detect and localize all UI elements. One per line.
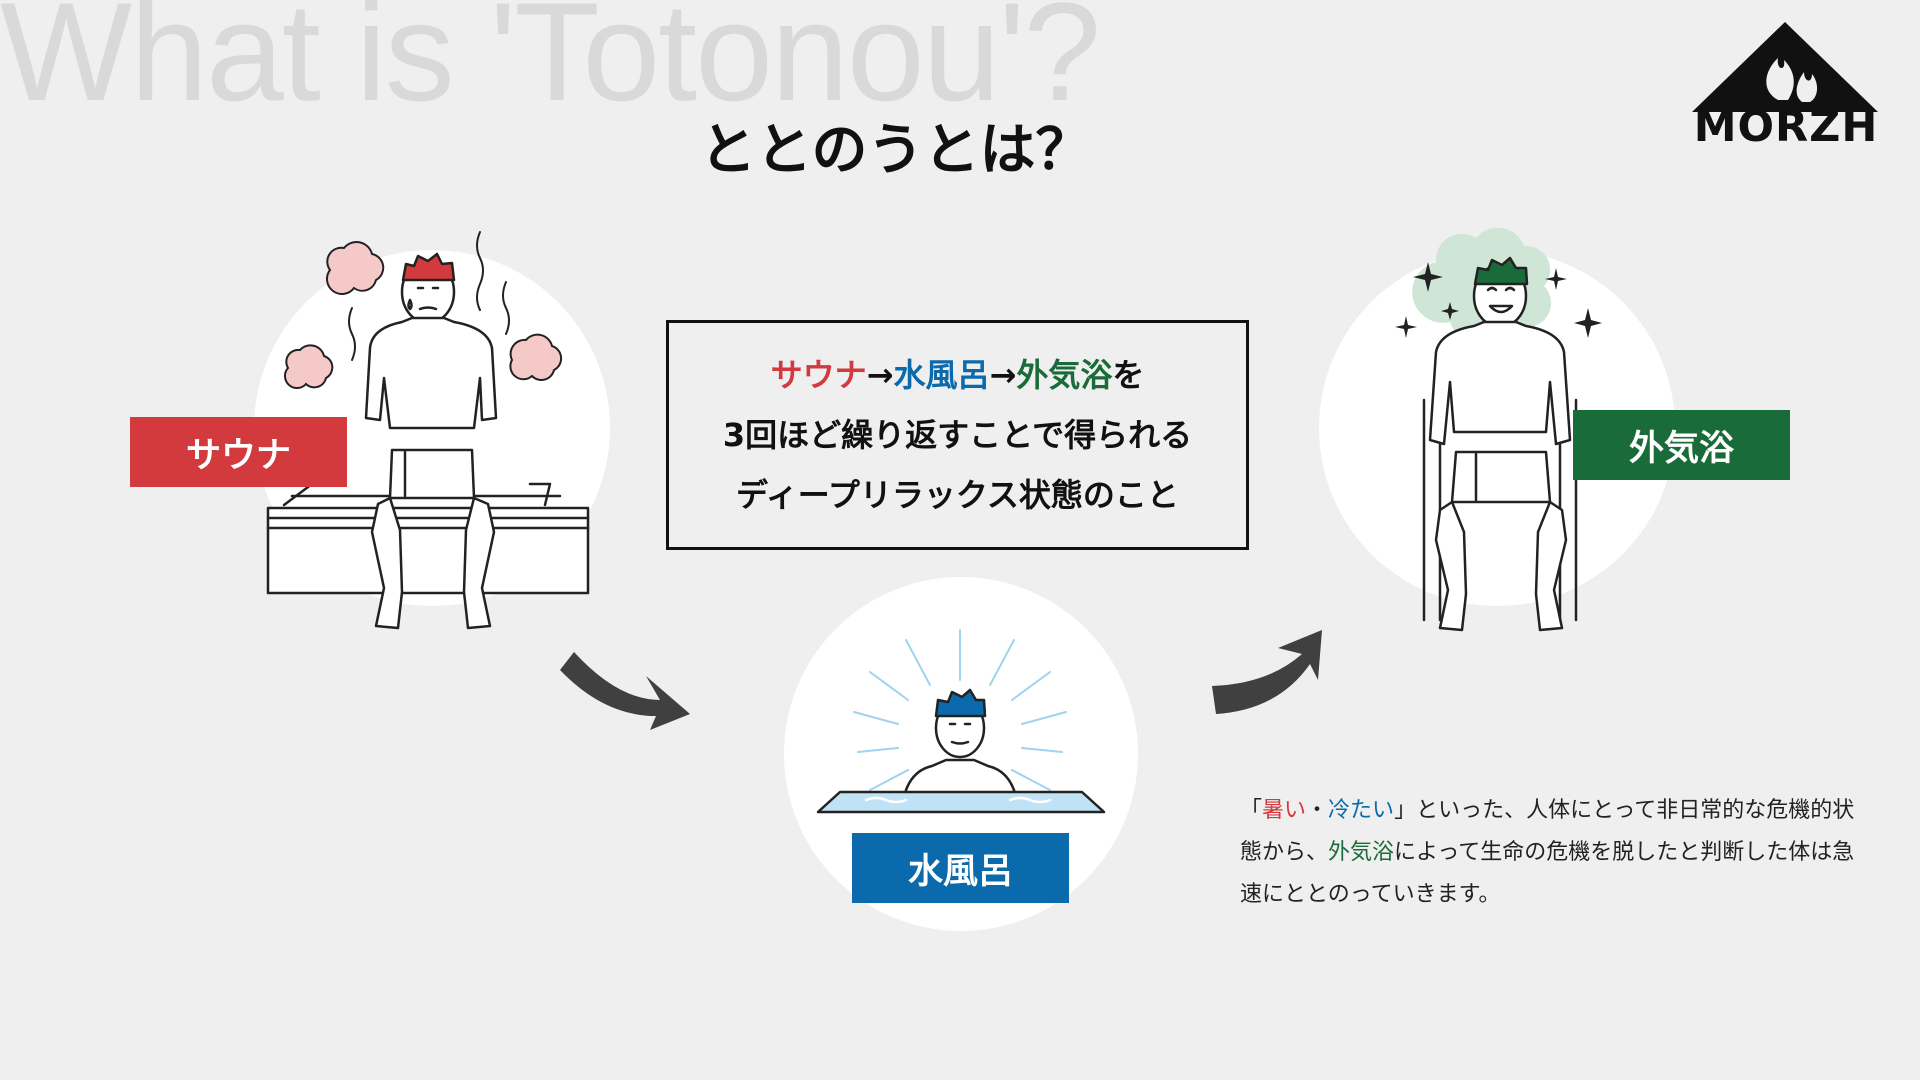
definition-sauna: サウナ xyxy=(770,356,867,394)
definition-air: 外気浴 xyxy=(1016,356,1113,394)
flow-arrow-icon xyxy=(1212,630,1322,714)
flow-arrow-icon xyxy=(560,652,690,730)
definition-line-2: 3回ほど繰り返すことで得られる xyxy=(722,416,1193,454)
description-cold: 冷たい xyxy=(1328,798,1395,823)
air-bath-label: 外気浴 xyxy=(1573,410,1790,480)
definition-arrow: → xyxy=(989,356,1017,394)
description-text: 「暑い・冷たい」といった、人体にとって非日常的な危機的状態から、外気浴によって生… xyxy=(1240,790,1860,916)
description-dot: ・ xyxy=(1306,798,1329,823)
sauna-label: サウナ xyxy=(130,417,347,487)
definition-box: サウナ→水風呂→外気浴を 3回ほど繰り返すことで得られる ディープリラックス状態… xyxy=(666,320,1249,550)
definition-arrow: → xyxy=(866,356,894,394)
water-bath-label: 水風呂 xyxy=(852,833,1069,903)
description-air: 外気浴 xyxy=(1328,840,1395,865)
definition-tail: を xyxy=(1112,356,1145,394)
description-hot: 暑い xyxy=(1262,798,1307,823)
description-bracket: 「 xyxy=(1240,798,1263,823)
definition-water: 水風呂 xyxy=(893,356,990,394)
definition-line-3: ディープリラックス状態のこと xyxy=(736,476,1179,514)
definition-line-1: サウナ→水風呂→外気浴を xyxy=(771,345,1145,405)
